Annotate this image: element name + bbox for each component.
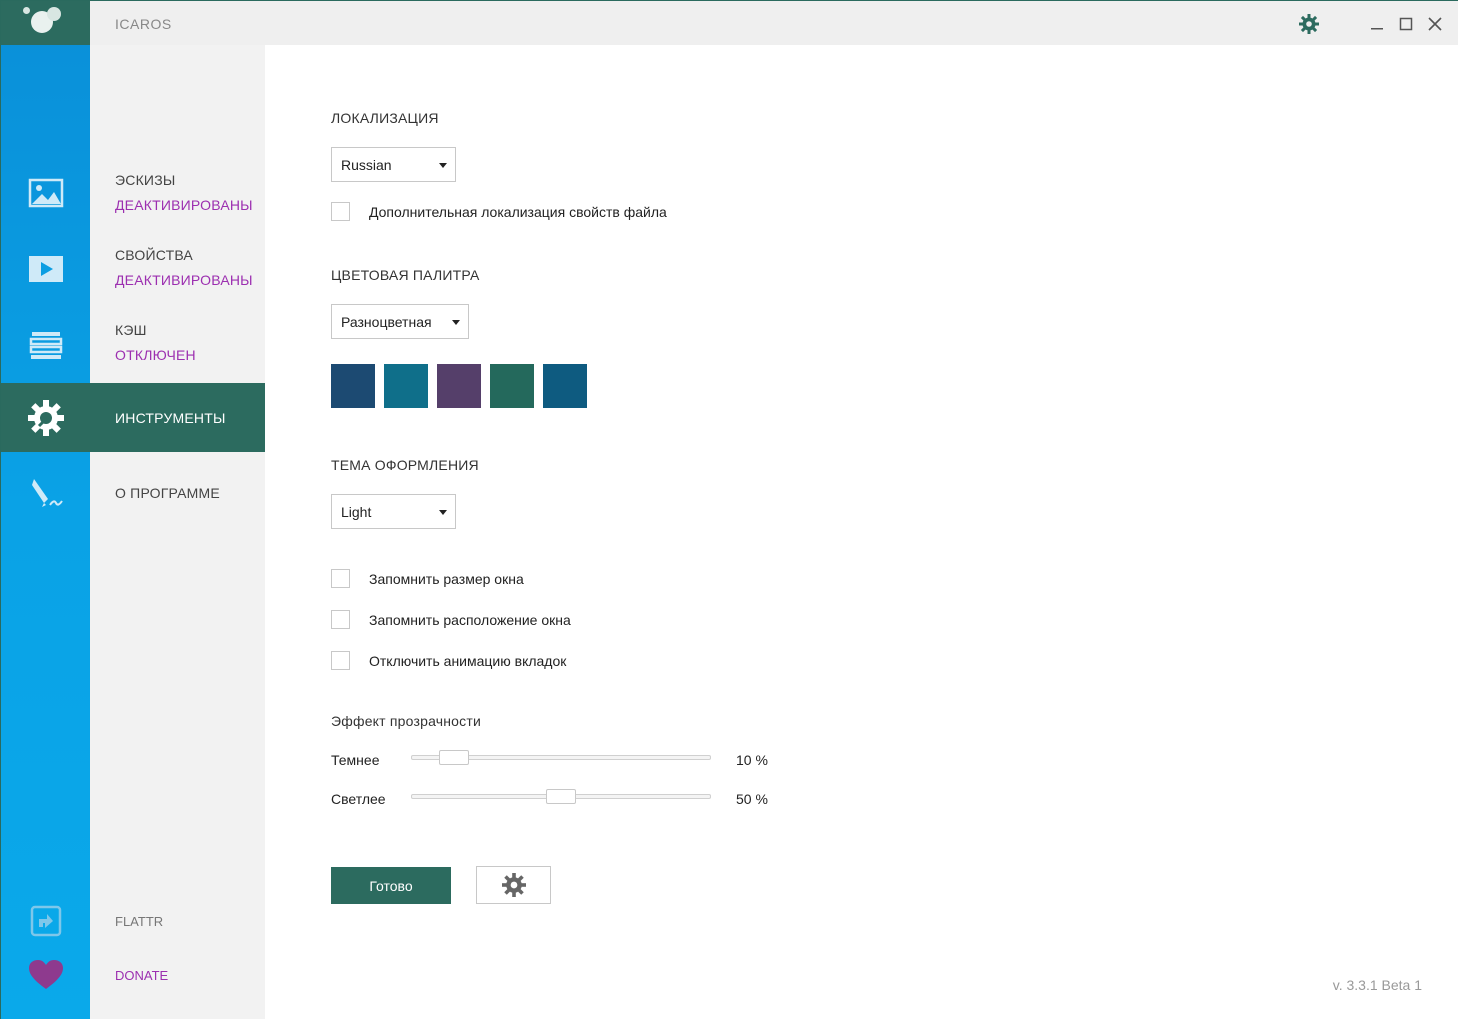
nav-item-title: О ПРОГРАММЕ bbox=[115, 485, 220, 501]
done-button[interactable]: Готово bbox=[331, 867, 451, 904]
settings-content: ЛОКАЛИЗАЦИЯ Russian Дополнительная локал… bbox=[265, 45, 1458, 1019]
app-window: ICAROS ЭСКИЗЫ ДЕАКТИВИРОВАНЫ СВОЙСТВА ДЕ… bbox=[0, 0, 1458, 1019]
heart-icon[interactable] bbox=[1, 945, 90, 1005]
extra-localization-row[interactable]: Дополнительная локализация свойств файла bbox=[331, 202, 667, 221]
language-select-value: Russian bbox=[341, 156, 392, 173]
darker-slider-thumb[interactable] bbox=[439, 750, 469, 765]
lighter-value: 50 % bbox=[736, 791, 768, 807]
nav-item-title: ИНСТРУМЕНТЫ bbox=[115, 409, 226, 426]
chevron-down-icon bbox=[439, 163, 447, 168]
icon-rail bbox=[1, 1, 90, 1019]
cache-stack-icon[interactable] bbox=[1, 314, 90, 374]
nav-item-status: ОТКЛЮЧЕН bbox=[115, 347, 196, 363]
color-swatch[interactable] bbox=[331, 364, 375, 408]
app-title: ICAROS bbox=[115, 16, 172, 32]
nav-panel: ЭСКИЗЫ ДЕАКТИВИРОВАНЫ СВОЙСТВА ДЕАКТИВИР… bbox=[90, 45, 265, 1019]
tools-gear-icon[interactable] bbox=[1, 388, 90, 448]
palette-select[interactable]: Разноцветная bbox=[331, 304, 469, 339]
theme-title: ТЕМА ОФОРМЛЕНИЯ bbox=[331, 457, 479, 473]
title-bar: ICAROS bbox=[90, 1, 1458, 45]
flattr-icon[interactable] bbox=[1, 891, 90, 951]
remember-position-label: Запомнить расположение окна bbox=[369, 611, 571, 628]
nav-item-title: КЭШ bbox=[115, 322, 147, 338]
palette-title: ЦВЕТОВАЯ ПАЛИТРА bbox=[331, 267, 480, 283]
nav-item-about[interactable]: О ПРОГРАММЕ bbox=[90, 485, 265, 501]
flattr-link[interactable]: FLATTR bbox=[115, 914, 163, 929]
theme-select[interactable]: Light bbox=[331, 494, 456, 529]
lighter-slider[interactable] bbox=[411, 789, 711, 804]
color-swatch[interactable] bbox=[543, 364, 587, 408]
darker-label: Темнее bbox=[331, 752, 380, 768]
maximize-icon[interactable] bbox=[1393, 11, 1419, 37]
lighter-slider-thumb[interactable] bbox=[546, 789, 576, 804]
color-swatch[interactable] bbox=[437, 364, 481, 408]
language-select[interactable]: Russian bbox=[331, 147, 456, 182]
extra-localization-checkbox[interactable] bbox=[331, 202, 350, 221]
pen-icon[interactable] bbox=[1, 463, 90, 523]
gear-icon bbox=[501, 873, 526, 897]
app-logo bbox=[1, 1, 90, 45]
nav-item-title: СВОЙСТВА bbox=[115, 247, 193, 263]
minimize-icon[interactable] bbox=[1364, 11, 1390, 37]
color-swatch[interactable] bbox=[490, 364, 534, 408]
disable-animation-label: Отключить анимацию вкладок bbox=[369, 652, 567, 669]
nav-item-thumbnails[interactable]: ЭСКИЗЫ ДЕАКТИВИРОВАНЫ bbox=[90, 172, 265, 213]
image-icon[interactable] bbox=[1, 163, 90, 223]
remember-size-label: Запомнить размер окна bbox=[369, 570, 524, 587]
nav-item-tools[interactable]: ИНСТРУМЕНТЫ bbox=[90, 383, 265, 452]
remember-position-checkbox[interactable] bbox=[331, 610, 350, 629]
remember-size-row[interactable]: Запомнить размер окна bbox=[331, 569, 524, 588]
close-icon[interactable] bbox=[1422, 11, 1448, 37]
nav-item-status: ДЕАКТИВИРОВАНЫ bbox=[115, 272, 253, 288]
transparency-title: Эффект прозрачности bbox=[331, 713, 481, 729]
darker-value: 10 % bbox=[736, 752, 768, 768]
nav-item-title: ЭСКИЗЫ bbox=[115, 172, 176, 188]
remember-position-row[interactable]: Запомнить расположение окна bbox=[331, 610, 571, 629]
extra-localization-label: Дополнительная локализация свойств файла bbox=[369, 203, 667, 220]
video-play-icon[interactable] bbox=[1, 239, 90, 299]
settings-gear-button[interactable] bbox=[476, 866, 551, 904]
nav-item-properties[interactable]: СВОЙСТВА ДЕАКТИВИРОВАНЫ bbox=[90, 247, 265, 288]
theme-select-value: Light bbox=[341, 503, 372, 520]
localization-title: ЛОКАЛИЗАЦИЯ bbox=[331, 110, 439, 126]
nav-item-cache[interactable]: КЭШ ОТКЛЮЧЕН bbox=[90, 322, 265, 363]
chevron-down-icon bbox=[452, 320, 460, 325]
nav-item-status: ДЕАКТИВИРОВАНЫ bbox=[115, 197, 253, 213]
disable-animation-row[interactable]: Отключить анимацию вкладок bbox=[331, 651, 566, 670]
chevron-down-icon bbox=[439, 510, 447, 515]
gear-icon[interactable] bbox=[1296, 11, 1322, 37]
color-swatch[interactable] bbox=[384, 364, 428, 408]
disable-animation-checkbox[interactable] bbox=[331, 651, 350, 670]
lighter-label: Светлее bbox=[331, 791, 386, 807]
darker-slider[interactable] bbox=[411, 750, 711, 765]
version-label: v. 3.3.1 Beta 1 bbox=[1332, 977, 1422, 993]
remember-size-checkbox[interactable] bbox=[331, 569, 350, 588]
donate-link[interactable]: DONATE bbox=[115, 968, 168, 983]
palette-select-value: Разноцветная bbox=[341, 313, 432, 330]
